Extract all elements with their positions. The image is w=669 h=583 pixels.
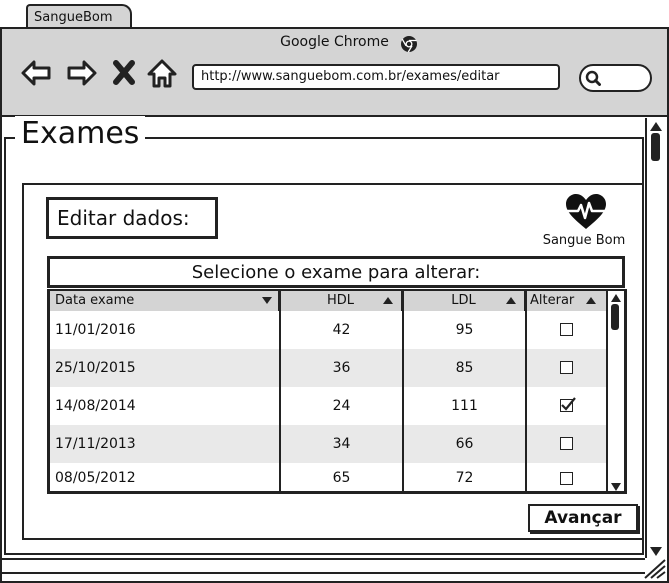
search-icon[interactable] (585, 70, 601, 86)
column-header-ldl[interactable]: LDL (403, 291, 526, 311)
cell-date: 08/05/2012 (55, 470, 136, 486)
scroll-up-icon[interactable] (649, 120, 663, 132)
table-scroll-thumb[interactable] (611, 304, 619, 330)
column-header-alterar[interactable]: Alterar (526, 291, 606, 311)
alter-checkbox[interactable] (560, 472, 573, 485)
forward-arrow-icon[interactable] (66, 58, 98, 88)
cell-ldl: 95 (455, 322, 474, 338)
column-divider (402, 291, 404, 491)
column-divider (525, 291, 527, 491)
cell-ldl: 72 (455, 470, 474, 486)
sort-asc-icon (506, 297, 516, 304)
column-header-hdl[interactable]: HDL (280, 291, 403, 311)
table-row[interactable]: 17/11/2013 34 66 (50, 425, 606, 463)
cell-ldl: 85 (455, 360, 474, 376)
window-title: Google Chrome (280, 34, 389, 50)
alter-checkbox[interactable] (560, 323, 573, 336)
sort-desc-icon (262, 297, 272, 304)
home-icon[interactable] (146, 58, 178, 88)
address-bar[interactable]: http://www.sanguebom.com.br/exames/edita… (192, 64, 560, 90)
column-divider (279, 291, 281, 491)
edit-data-label: Editar dados: (46, 197, 218, 239)
cell-hdl: 36 (332, 360, 351, 376)
browser-tab[interactable]: SangueBom (26, 4, 132, 29)
section-title: Exames (15, 116, 146, 152)
chrome-logo-icon (401, 36, 417, 53)
table-row[interactable]: 14/08/2014 24 111 (50, 387, 606, 425)
cell-hdl: 24 (332, 398, 351, 414)
table-row[interactable]: 08/05/2012 65 72 (50, 461, 606, 491)
column-header-ldl-label: LDL (451, 293, 476, 308)
column-header-date-label: Data exame (55, 293, 135, 308)
page-scrollbar[interactable] (645, 118, 667, 558)
cell-date: 17/11/2013 (55, 436, 136, 452)
cell-date: 25/10/2015 (55, 360, 136, 376)
table-scroll-up-icon[interactable] (610, 293, 622, 303)
sort-asc-icon (586, 297, 596, 304)
column-header-alterar-label: Alterar (530, 293, 575, 308)
select-exam-prompt: Selecione o exame para alterar: (47, 256, 625, 288)
cell-date: 11/01/2016 (55, 322, 136, 338)
check-icon (561, 397, 576, 411)
back-arrow-icon[interactable] (20, 58, 52, 88)
table-scroll-down-icon[interactable] (610, 482, 622, 492)
alter-checkbox[interactable] (560, 397, 576, 412)
page-scroll-thumb[interactable] (651, 133, 660, 161)
alter-checkbox[interactable] (560, 361, 573, 374)
logo-text: Sangue Bom (542, 233, 626, 248)
cell-hdl: 34 (332, 436, 351, 452)
cell-ldl: 111 (451, 398, 478, 414)
stop-icon[interactable] (110, 58, 138, 88)
cell-date: 14/08/2014 (55, 398, 136, 414)
cell-ldl: 66 (455, 436, 474, 452)
cell-hdl: 65 (332, 470, 351, 486)
next-button[interactable]: Avançar (528, 504, 638, 532)
table-row[interactable]: 25/10/2015 36 85 (50, 349, 606, 387)
sort-asc-icon (383, 297, 393, 304)
alter-checkbox[interactable] (560, 437, 573, 450)
column-header-date[interactable]: Data exame (50, 291, 280, 311)
column-header-hdl-label: HDL (326, 293, 355, 308)
table-header: Data exame HDL LDL Alterar (50, 291, 606, 311)
cell-hdl: 42 (332, 322, 351, 338)
table-row[interactable]: 11/01/2016 42 95 (50, 311, 606, 349)
resize-grip-icon[interactable] (641, 556, 667, 580)
heart-pulse-icon (566, 194, 606, 229)
horizontal-scrollbar[interactable] (2, 558, 645, 574)
